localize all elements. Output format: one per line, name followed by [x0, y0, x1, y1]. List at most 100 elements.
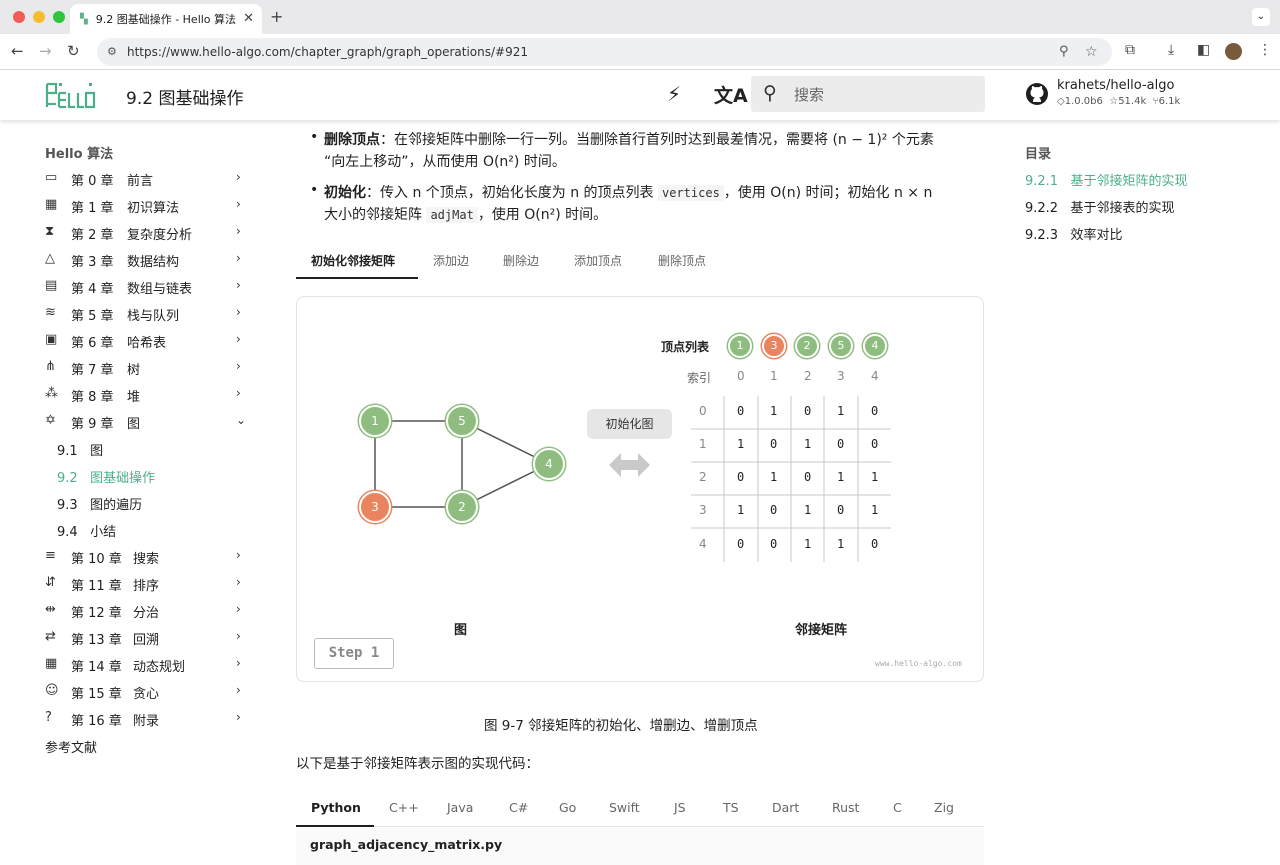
sidebar-chapter[interactable]: ≡ 第 10 章搜索 › [45, 548, 255, 568]
toc-item-number: 9.2.3 [1025, 228, 1059, 243]
sidebar-chapter[interactable]: ▦ 第 1 章初识算法 › [45, 197, 255, 217]
sidebar-chapter[interactable]: ▦ 第 14 章动态规划 › [45, 656, 255, 676]
language-tab[interactable]: C++ [389, 800, 419, 815]
zoom-icon[interactable]: ⚲ [1059, 38, 1069, 66]
bullet-text: 大小的邻接矩阵 [324, 207, 422, 223]
sidebar-chapter[interactable]: ⧗ 第 2 章复杂度分析 › [45, 224, 255, 244]
hourglass-icon: ⧗ [45, 224, 55, 239]
matrix-cell: 0 [871, 404, 879, 418]
sidebar-toggle-icon[interactable]: ◧ [1197, 42, 1210, 58]
figure-caption: 图 9-7 邻接矩阵的初始化、增删边、增删顶点 [484, 718, 758, 734]
sidebar-chapter[interactable]: ≋ 第 5 章栈与队列 › [45, 305, 255, 325]
sidebar-chapter[interactable]: ⇄ 第 13 章回溯 › [45, 629, 255, 649]
sidebar-subitem[interactable]: 9.3 图的遍历 [57, 494, 237, 514]
language-tab[interactable]: Python [311, 800, 361, 815]
sidebar-chapter[interactable]: ▤ 第 4 章数组与链表 › [45, 278, 255, 298]
chevron-right-icon[interactable]: › [236, 683, 241, 697]
github-icon[interactable] [1025, 82, 1049, 106]
address-bar[interactable]: ⚙ https://www.hello-algo.com/chapter_gra… [97, 38, 1112, 66]
chevron-right-icon[interactable]: › [236, 332, 241, 346]
new-tab-icon[interactable]: + [270, 7, 283, 26]
language-tab[interactable]: Rust [832, 800, 859, 815]
chapter-number: 第 0 章 [71, 174, 114, 189]
sidebar-chapter[interactable]: ⇹ 第 12 章分治 › [45, 602, 255, 622]
toc-item-923[interactable]: 9.2.3 效率对比 [1025, 224, 1123, 243]
sidebar-references[interactable]: 参考文献 [45, 737, 97, 756]
chevron-right-icon[interactable]: › [236, 548, 241, 562]
sidebar-chapter[interactable]: ⁂ 第 8 章堆 › [45, 386, 255, 406]
step-button[interactable]: Step 1 [314, 638, 394, 669]
chevron-right-icon[interactable]: › [236, 197, 241, 211]
tab-init-matrix[interactable]: 初始化邻接矩阵 [311, 252, 395, 269]
forward-icon[interactable]: → [39, 42, 52, 60]
chevron-right-icon[interactable]: › [236, 710, 241, 724]
search-box[interactable]: ⚲ 搜索 [751, 76, 985, 112]
chevron-right-icon[interactable]: › [236, 656, 241, 670]
sidebar-chapter[interactable]: ? 第 16 章附录 › [45, 710, 255, 730]
graph-node: 5 [446, 405, 478, 437]
sidebar-subitem[interactable]: 9.2 图基础操作 [57, 467, 237, 487]
language-tab[interactable]: Go [559, 800, 576, 815]
chevron-down-icon[interactable]: ⌄ [236, 413, 246, 427]
chevron-right-icon[interactable]: › [236, 386, 241, 400]
site-header: 9.2 图基础操作 ⚡ 文A ⚲ 搜索 krahets/hello-algo ◇… [0, 70, 1280, 120]
sidebar-chapter[interactable]: ⇵ 第 11 章排序 › [45, 575, 255, 595]
repo-name[interactable]: krahets/hello-algo [1057, 78, 1174, 93]
back-icon[interactable]: ← [11, 42, 24, 60]
chevron-right-icon[interactable]: › [236, 359, 241, 373]
chevron-right-icon[interactable]: › [236, 629, 241, 643]
language-tab[interactable]: C [893, 800, 902, 815]
translate-icon[interactable]: 文A [714, 81, 748, 108]
sidebar-chapter[interactable]: ▣ 第 6 章哈希表 › [45, 332, 255, 352]
toc-title: 目录 [1025, 147, 1052, 162]
chevron-right-icon[interactable]: › [236, 575, 241, 589]
chevron-right-icon[interactable]: › [236, 305, 241, 319]
close-tab-icon[interactable]: ✕ [243, 11, 254, 26]
language-tab[interactable]: Zig [934, 800, 954, 815]
active-tab-underline [296, 277, 418, 279]
language-tab[interactable]: Swift [609, 800, 640, 815]
chapter-label: 复杂度分析 [127, 228, 193, 243]
theme-toggle-icon[interactable]: ⚡ [667, 82, 681, 106]
sidebar-chapter[interactable]: ☺ 第 15 章贪心 › [45, 683, 255, 703]
sidebar-subitem[interactable]: 9.1 图 [57, 440, 237, 460]
language-tab[interactable]: Dart [772, 800, 799, 815]
browser-menu-icon[interactable]: ⋮ [1258, 42, 1272, 58]
sidebar-chapter[interactable]: ▭ 第 0 章前言 › [45, 170, 255, 190]
browser-tab[interactable]: ▚ 9.2 图基础操作 - Hello 算法 ✕ [70, 4, 262, 34]
hello-algo-logo-icon[interactable] [44, 80, 96, 110]
vertex-list-item: 3 [762, 334, 786, 358]
chevron-right-icon[interactable]: › [236, 224, 241, 238]
matrix-cell: 1 [804, 537, 812, 551]
language-tab[interactable]: JS [674, 800, 686, 815]
profile-avatar[interactable] [1225, 43, 1242, 60]
chevron-right-icon[interactable]: › [236, 602, 241, 616]
tab-add-edge[interactable]: 添加边 [433, 252, 469, 269]
language-tab[interactable]: C# [509, 800, 528, 815]
toc-item-922[interactable]: 9.2.2 基于邻接表的实现 [1025, 197, 1175, 216]
extensions-icon[interactable]: ⧉ [1125, 42, 1135, 58]
minimize-window-button[interactable] [33, 11, 45, 23]
chapter-label: 搜索 [133, 552, 160, 567]
language-tab[interactable]: TS [723, 800, 739, 815]
tab-remove-vertex[interactable]: 删除顶点 [658, 252, 706, 269]
chevron-right-icon[interactable]: › [236, 170, 241, 184]
tab-menu-icon[interactable]: ⌄ [1252, 8, 1270, 26]
sidebar-chapter[interactable]: △ 第 3 章数据结构 › [45, 251, 255, 271]
site-info-icon[interactable]: ⚙ [107, 38, 117, 66]
reload-icon[interactable]: ↻ [67, 42, 80, 60]
chapter-label: 哈希表 [127, 336, 167, 351]
maximize-window-button[interactable] [53, 11, 65, 23]
tab-remove-edge[interactable]: 删除边 [503, 252, 539, 269]
close-window-button[interactable] [13, 11, 25, 23]
download-icon[interactable]: ⤓ [1168, 42, 1174, 58]
sidebar-chapter[interactable]: ✡ 第 9 章图 ⌄ [45, 413, 255, 433]
sidebar-chapter[interactable]: ⋔ 第 7 章树 › [45, 359, 255, 379]
chevron-right-icon[interactable]: › [236, 251, 241, 265]
sidebar-subitem[interactable]: 9.4 小结 [57, 521, 237, 541]
chevron-right-icon[interactable]: › [236, 278, 241, 292]
toc-item-921[interactable]: 9.2.1 基于邻接矩阵的实现 [1025, 170, 1188, 189]
language-tab[interactable]: Java [447, 800, 473, 815]
bookmark-star-icon[interactable]: ☆ [1085, 38, 1098, 66]
tab-add-vertex[interactable]: 添加顶点 [574, 252, 622, 269]
